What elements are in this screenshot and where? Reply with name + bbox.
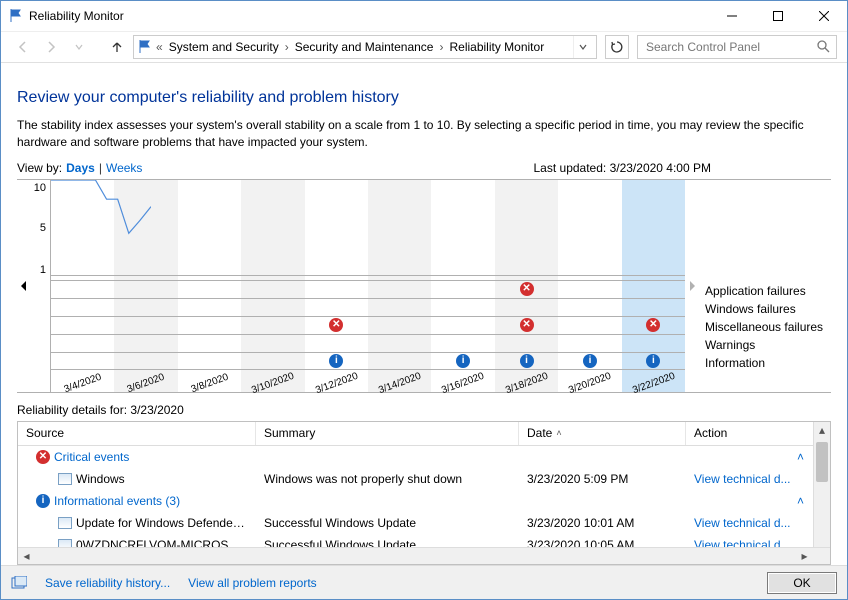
search-icon[interactable]	[816, 39, 830, 56]
view-technical-details-link[interactable]: View technical d...	[694, 516, 791, 530]
chevron-right-icon: ›	[437, 40, 445, 54]
error-icon: ✕	[36, 450, 50, 464]
view-by-label: View by:	[17, 161, 62, 175]
info-icon[interactable]: i	[329, 354, 343, 368]
view-technical-details-link[interactable]: View technical d...	[694, 538, 791, 547]
last-updated: Last updated: 3/23/2020 4:00 PM	[534, 161, 712, 175]
info-icon[interactable]: i	[583, 354, 597, 368]
chevron-right-icon: ›	[283, 40, 291, 54]
app-icon	[58, 473, 72, 485]
ok-button[interactable]: OK	[767, 572, 837, 594]
breadcrumb-item[interactable]: System and Security	[167, 40, 281, 54]
breadcrumb-dropdown[interactable]	[573, 36, 592, 58]
info-icon[interactable]: i	[520, 354, 534, 368]
save-reliability-history-link[interactable]: Save reliability history...	[45, 576, 170, 590]
back-button[interactable]	[11, 35, 35, 59]
group-label: Informational events (3)	[54, 494, 180, 508]
group-critical[interactable]: ✕ Critical events ˄	[18, 446, 830, 468]
flag-icon	[9, 8, 23, 25]
info-icon: i	[36, 494, 50, 508]
view-technical-details-link[interactable]: View technical d...	[694, 472, 791, 486]
breadcrumb-item[interactable]: Security and Maintenance	[293, 40, 436, 54]
table-row[interactable]: Update for Windows Defender ...Successfu…	[18, 512, 830, 534]
scrollbar-horizontal[interactable]: ◂ ▸	[18, 547, 830, 564]
minimize-button[interactable]	[709, 1, 755, 31]
view-all-problem-reports-link[interactable]: View all problem reports	[188, 576, 317, 590]
title-bar: Reliability Monitor	[1, 1, 847, 31]
legend-win-failures: Windows failures	[705, 300, 831, 318]
search-box[interactable]	[637, 35, 837, 59]
view-by-row: View by: Days | Weeks Last updated: 3/23…	[17, 161, 831, 175]
document-icon	[11, 576, 27, 590]
chart-body[interactable]: ✕ii✕✕ii✕i 3/4/20203/6/20203/8/20203/10/2…	[51, 180, 685, 392]
table-row[interactable]: 0WZDNCRFLVQM-MICROSOF...Successful Windo…	[18, 534, 830, 547]
error-icon[interactable]: ✕	[646, 318, 660, 332]
group-label: Critical events	[54, 450, 129, 464]
refresh-button[interactable]	[605, 35, 629, 59]
legend-information: Information	[705, 354, 831, 372]
legend-warnings: Warnings	[705, 336, 831, 354]
col-source[interactable]: Source	[18, 422, 256, 445]
view-weeks-link[interactable]: Weeks	[106, 161, 142, 175]
view-days-link[interactable]: Days	[66, 161, 95, 175]
collapse-icon[interactable]: ˄	[797, 450, 804, 464]
chart-legend: Application failures Windows failures Mi…	[699, 180, 831, 392]
chevron-left-icon[interactable]: «	[154, 40, 165, 54]
footer: Save reliability history... View all pro…	[1, 565, 847, 599]
reliability-chart[interactable]: 10 5 1 ✕ii✕✕ii✕i 3/4/20203/6/20203/8/202…	[17, 179, 831, 393]
col-action[interactable]: Action	[686, 422, 830, 445]
sort-asc-icon: ˄	[556, 428, 561, 438]
col-date[interactable]: Date ˄	[519, 422, 686, 445]
error-icon[interactable]: ✕	[520, 282, 534, 296]
window-title: Reliability Monitor	[29, 9, 124, 23]
info-icon[interactable]: i	[456, 354, 470, 368]
page-title: Review your computer's reliability and p…	[17, 89, 831, 107]
breadcrumb[interactable]: « System and Security › Security and Mai…	[133, 35, 597, 59]
nav-bar: « System and Security › Security and Mai…	[1, 31, 847, 63]
search-input[interactable]	[644, 39, 812, 55]
history-dropdown[interactable]	[67, 35, 91, 59]
error-icon[interactable]: ✕	[329, 318, 343, 332]
breadcrumb-item[interactable]: Reliability Monitor	[447, 40, 546, 54]
scrollbar-vertical[interactable]: ▴ ▾	[813, 422, 830, 564]
details-table: Source Summary Date ˄ Action ✕ Critical e…	[17, 421, 831, 565]
col-summary[interactable]: Summary	[256, 422, 519, 445]
forward-button[interactable]	[39, 35, 63, 59]
page-description: The stability index assesses your system…	[17, 117, 807, 151]
scroll-up-button[interactable]: ▴	[814, 422, 830, 439]
error-icon[interactable]: ✕	[520, 318, 534, 332]
collapse-icon[interactable]: ˄	[797, 494, 804, 508]
app-icon	[58, 517, 72, 529]
chart-y-axis: 10 5 1	[31, 180, 51, 392]
up-button[interactable]	[105, 35, 129, 59]
chart-scroll-left[interactable]	[17, 180, 31, 392]
legend-misc-failures: Miscellaneous failures	[705, 318, 831, 336]
flag-icon	[138, 39, 152, 56]
scroll-left-button[interactable]: ◂	[18, 548, 35, 564]
scroll-thumb[interactable]	[816, 442, 828, 482]
table-row[interactable]: WindowsWindows was not properly shut dow…	[18, 468, 830, 490]
app-icon	[58, 539, 72, 547]
group-informational[interactable]: i Informational events (3) ˄	[18, 490, 830, 512]
details-body: ✕ Critical events ˄ WindowsWindows was not …	[18, 446, 830, 547]
legend-app-failures: Application failures	[705, 282, 831, 300]
close-button[interactable]	[801, 1, 847, 31]
info-icon[interactable]: i	[646, 354, 660, 368]
chart-scroll-right[interactable]	[685, 180, 699, 392]
scroll-right-button[interactable]: ▸	[796, 548, 813, 564]
maximize-button[interactable]	[755, 1, 801, 31]
